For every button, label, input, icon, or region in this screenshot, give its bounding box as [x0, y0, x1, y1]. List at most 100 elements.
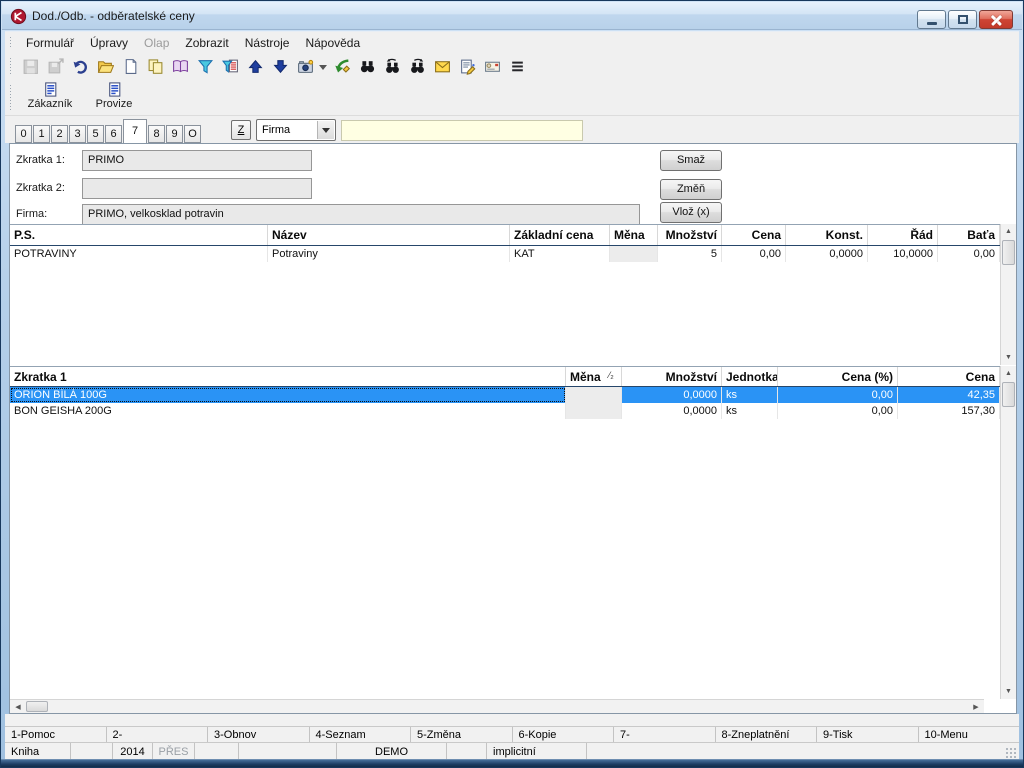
column-header[interactable]: Množství: [622, 367, 722, 386]
tab-8[interactable]: 8: [148, 125, 165, 143]
edit-document-icon[interactable]: [456, 55, 479, 78]
minimize-button[interactable]: [917, 10, 946, 29]
cell-cena-pct: 0,00: [778, 403, 898, 419]
column-header[interactable]: Cena: [898, 367, 1000, 386]
mail-message-icon[interactable]: [481, 55, 504, 78]
form-icon: [42, 81, 59, 98]
find-next-icon[interactable]: [406, 55, 429, 78]
scroll-down-icon[interactable]: ▼: [1001, 684, 1016, 699]
form-area: Zkratka 1: PRIMO Zkratka 2: Firma: PRIMO…: [10, 144, 1016, 225]
smaz-button[interactable]: Smaž: [660, 150, 722, 171]
tab-5[interactable]: 5: [87, 125, 104, 143]
horizontal-scrollbar[interactable]: ◀ ▶: [10, 699, 984, 713]
table-row[interactable]: BON GEISHA 200G 0,0000 ks 0,00 157,30: [10, 403, 1000, 419]
snapshot-dropdown-icon[interactable]: [319, 64, 327, 74]
copy-icon[interactable]: [144, 55, 167, 78]
fkey-6[interactable]: 6-Kopie: [513, 727, 614, 742]
tab-9[interactable]: 9: [166, 125, 183, 143]
move-down-icon[interactable]: [269, 55, 292, 78]
tab-0[interactable]: 0: [15, 125, 32, 143]
z-button[interactable]: Z: [231, 120, 251, 140]
open-icon[interactable]: [94, 55, 117, 78]
column-header[interactable]: Název: [268, 225, 510, 245]
list-menu-icon[interactable]: [506, 55, 529, 78]
toolbar-gripper[interactable]: [9, 84, 12, 111]
scrollbar-thumb[interactable]: [1002, 382, 1015, 407]
menu-nastroje[interactable]: Nástroje: [237, 33, 298, 53]
fkey-5[interactable]: 5-Změna: [411, 727, 513, 742]
search-input[interactable]: [341, 120, 583, 141]
fkey-3[interactable]: 3-Obnov: [208, 727, 310, 742]
fkey-7[interactable]: 7-: [614, 727, 716, 742]
fkey-2[interactable]: 2-: [107, 727, 208, 742]
scroll-left-icon[interactable]: ◀: [10, 700, 26, 713]
scroll-up-icon[interactable]: ▲: [1001, 366, 1016, 381]
send-mail-icon[interactable]: [431, 55, 454, 78]
resize-grip[interactable]: [1005, 747, 1017, 759]
new-document-icon[interactable]: [119, 55, 142, 78]
column-header[interactable]: P.S.: [10, 225, 268, 245]
toolbar-gripper[interactable]: [9, 36, 12, 49]
tab-2[interactable]: 2: [51, 125, 68, 143]
menu-napoveda[interactable]: Nápověda: [297, 33, 368, 53]
lookup-selector[interactable]: Firma: [256, 119, 336, 141]
filter-report-icon[interactable]: [219, 55, 242, 78]
scroll-down-icon[interactable]: ▼: [1001, 350, 1016, 365]
column-header[interactable]: Množství: [658, 225, 722, 245]
menu-upravy[interactable]: Úpravy: [82, 33, 136, 53]
find-icon[interactable]: [356, 55, 379, 78]
fkey-8[interactable]: 8-Zneplatnění: [716, 727, 817, 742]
fkey-4[interactable]: 4-Seznam: [310, 727, 411, 742]
fkey-10[interactable]: 10-Menu: [919, 727, 1020, 742]
fkey-1[interactable]: 1-Pomoc: [5, 727, 107, 742]
zakaznik-button[interactable]: Zákazník: [21, 80, 79, 110]
table-row-selected[interactable]: ORION BÍLÁ 100G 0,0000 ks 0,00 42,35: [10, 387, 1000, 403]
zkratka2-field[interactable]: [82, 178, 312, 199]
provize-button[interactable]: Provize: [85, 80, 143, 110]
column-header[interactable]: Cena (%): [778, 367, 898, 386]
column-header[interactable]: Konst.: [786, 225, 868, 245]
menu-formular[interactable]: Formulář: [18, 33, 82, 53]
vloz-button[interactable]: Vlož (x): [660, 202, 722, 223]
restore-button[interactable]: [948, 10, 977, 29]
filter-icon[interactable]: [194, 55, 217, 78]
scrollbar-thumb[interactable]: [1002, 240, 1015, 265]
column-header[interactable]: Řád: [868, 225, 938, 245]
chevron-down-icon[interactable]: [317, 121, 334, 139]
tab-3[interactable]: 3: [69, 125, 86, 143]
book-icon[interactable]: [169, 55, 192, 78]
lookup-selector-value: Firma: [262, 124, 291, 136]
tab-7-active[interactable]: 7: [123, 119, 147, 143]
items-scrollbar[interactable]: ▲ ▼: [1000, 366, 1016, 699]
fkey-9[interactable]: 9-Tisk: [817, 727, 919, 742]
tab-6[interactable]: 6: [105, 125, 122, 143]
tab-O[interactable]: O: [184, 125, 201, 143]
close-button[interactable]: [979, 10, 1013, 29]
column-header[interactable]: Základní cena: [510, 225, 610, 245]
price-groups-scrollbar[interactable]: ▲ ▼: [1000, 224, 1016, 365]
zkratka1-field[interactable]: PRIMO: [82, 150, 312, 171]
window-title: Dod./Odb. - odběratelské ceny: [32, 9, 195, 23]
column-header[interactable]: Jednotka: [722, 367, 778, 386]
find-previous-icon[interactable]: [381, 55, 404, 78]
snapshot-icon[interactable]: [294, 55, 317, 78]
zmen-button[interactable]: Změň: [660, 179, 722, 200]
move-up-icon[interactable]: [244, 55, 267, 78]
scrollbar-thumb[interactable]: [26, 701, 48, 712]
form-icon: [106, 81, 123, 98]
toolbar-gripper[interactable]: [9, 57, 12, 76]
items-table: Zkratka 1 Měna ⁄₂ Množství Jednotka Cena …: [10, 366, 1000, 699]
firma-field[interactable]: PRIMO, velkosklad potravin: [82, 204, 640, 225]
scroll-right-icon[interactable]: ▶: [968, 700, 984, 713]
column-header[interactable]: Měna ⁄₂: [566, 367, 622, 386]
scroll-up-icon[interactable]: ▲: [1001, 224, 1016, 239]
column-header[interactable]: Měna: [610, 225, 658, 245]
column-header[interactable]: Zkratka 1: [10, 367, 566, 386]
tab-1[interactable]: 1: [33, 125, 50, 143]
undo-icon[interactable]: [69, 55, 92, 78]
column-header[interactable]: Cena: [722, 225, 786, 245]
export-edit-icon[interactable]: [331, 55, 354, 78]
menu-zobrazit[interactable]: Zobrazit: [177, 33, 236, 53]
column-header[interactable]: Baťa: [938, 225, 1000, 245]
table-row[interactable]: POTRAVINY Potraviny KAT 5 0,00 0,0000 10…: [10, 246, 1000, 262]
